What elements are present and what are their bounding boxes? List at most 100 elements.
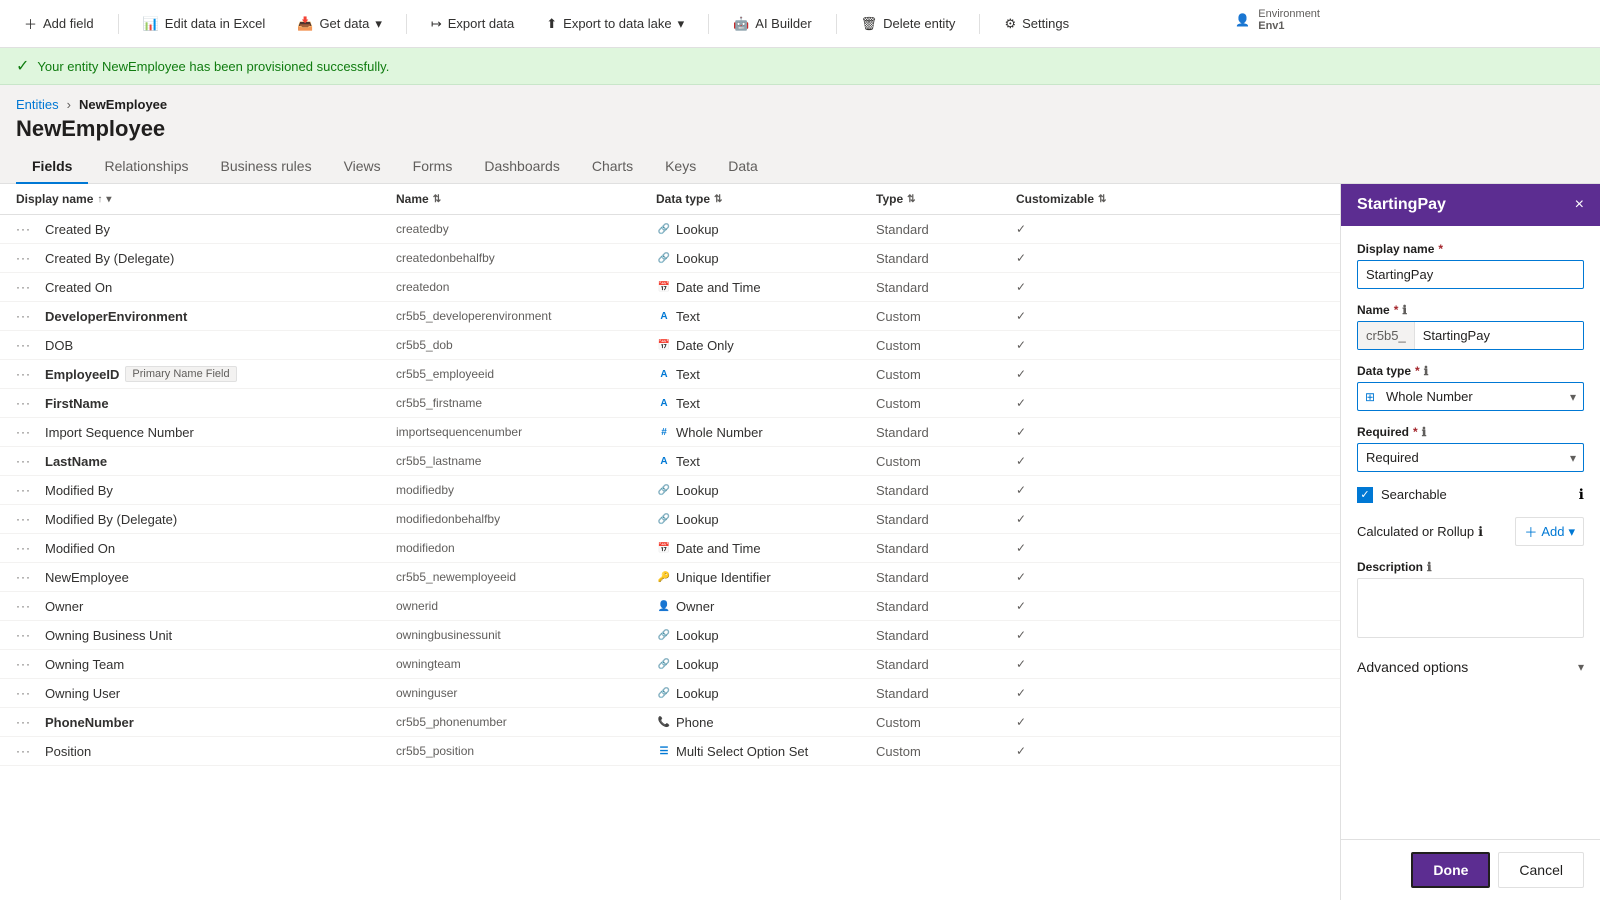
- table-row: ··· Owning Business Unit owningbusinessu…: [0, 621, 1340, 650]
- searchable-info-icon[interactable]: ℹ: [1579, 486, 1584, 503]
- row-more-button[interactable]: ···: [16, 570, 31, 584]
- row-more-button[interactable]: ···: [16, 309, 31, 323]
- row-more-button[interactable]: ···: [16, 483, 31, 497]
- th-display-name[interactable]: Display name ↑ ▾: [16, 192, 396, 206]
- data-type-info-icon[interactable]: ℹ: [1424, 364, 1429, 378]
- row-more-button[interactable]: ···: [16, 367, 31, 381]
- customizable-check: ✓: [1016, 222, 1026, 236]
- calc-field: Calculated or Rollup ℹ ＋ Add ▾: [1357, 517, 1584, 546]
- name-info-icon[interactable]: ℹ: [1402, 303, 1407, 317]
- dtype-icon: A: [656, 308, 672, 324]
- tab-charts[interactable]: Charts: [576, 150, 649, 184]
- breadcrumb-parent[interactable]: Entities: [16, 97, 59, 112]
- row-more-button[interactable]: ···: [16, 454, 31, 468]
- row-more-button[interactable]: ···: [16, 280, 31, 294]
- display-name-field: Display name *: [1357, 242, 1584, 289]
- data-type-select-wrapper: ⊞ Whole Number Text Date and Time Date O…: [1357, 382, 1584, 411]
- display-name-input[interactable]: [1357, 260, 1584, 289]
- breadcrumb-sep: ›: [67, 97, 71, 112]
- export-data-button[interactable]: ↦ Export data: [423, 12, 522, 36]
- table-row: ··· Modified By (Delegate) modifiedonbeh…: [0, 505, 1340, 534]
- page-title: NewEmployee: [0, 112, 1600, 142]
- row-more-button[interactable]: ···: [16, 541, 31, 555]
- calc-info-icon[interactable]: ℹ: [1478, 524, 1483, 540]
- row-more-button[interactable]: ···: [16, 744, 31, 758]
- dtype-icon: 📅: [656, 279, 672, 295]
- customizable-check: ✓: [1016, 715, 1026, 729]
- data-type-label: Data type * ℹ: [1357, 364, 1584, 378]
- tab-views[interactable]: Views: [328, 150, 397, 184]
- cancel-button[interactable]: Cancel: [1498, 852, 1584, 888]
- tab-data[interactable]: Data: [712, 150, 774, 184]
- export-lake-button[interactable]: ⬆ Export to data lake ▾: [538, 12, 692, 36]
- data-type-select[interactable]: Whole Number Text Date and Time Date Onl…: [1357, 382, 1584, 411]
- advanced-label: Advanced options: [1357, 659, 1468, 675]
- table-row: ··· Modified By modifiedby 🔗 Lookup Stan…: [0, 476, 1340, 505]
- tab-dashboards[interactable]: Dashboards: [468, 150, 576, 184]
- table-row: ··· Owning User owninguser 🔗 Lookup Stan…: [0, 679, 1340, 708]
- tab-fields[interactable]: Fields: [16, 150, 88, 184]
- name-field: Name * ℹ cr5b5_: [1357, 303, 1584, 350]
- delete-entity-button[interactable]: 🗑 Delete entity: [853, 12, 964, 36]
- panel-close-button[interactable]: ×: [1575, 196, 1584, 214]
- required-field: Required * ℹ Required Optional Business …: [1357, 425, 1584, 472]
- tab-business-rules[interactable]: Business rules: [205, 150, 328, 184]
- name-input[interactable]: [1415, 322, 1583, 349]
- table-row: ··· NewEmployee cr5b5_newemployeeid 🔑 Un…: [0, 563, 1340, 592]
- row-more-button[interactable]: ···: [16, 657, 31, 671]
- row-more-button[interactable]: ···: [16, 686, 31, 700]
- table-row: ··· FirstName cr5b5_firstname A Text Cus…: [0, 389, 1340, 418]
- description-info-icon[interactable]: ℹ: [1427, 560, 1432, 574]
- calc-row: Calculated or Rollup ℹ ＋ Add ▾: [1357, 517, 1584, 546]
- row-more-button[interactable]: ···: [16, 396, 31, 410]
- env-icon: 👤: [1235, 13, 1250, 27]
- content-wrapper: Display name ↑ ▾ Name ⇅ Data type ⇅ Type: [0, 184, 1600, 900]
- row-more-button[interactable]: ···: [16, 222, 31, 236]
- panel-footer: Done Cancel: [1341, 839, 1600, 900]
- excel-icon: 📊: [143, 16, 159, 32]
- add-field-button[interactable]: ＋ Add field: [16, 10, 102, 37]
- add-calc-label: Add: [1541, 524, 1564, 539]
- advanced-chevron: ▾: [1578, 660, 1584, 674]
- customizable-check: ✓: [1016, 367, 1026, 381]
- sort-display-name: ↑: [97, 194, 102, 205]
- row-more-button[interactable]: ···: [16, 425, 31, 439]
- row-more-button[interactable]: ···: [16, 715, 31, 729]
- tab-keys[interactable]: Keys: [649, 150, 712, 184]
- table-row: ··· Owning Team owningteam 🔗 Lookup Stan…: [0, 650, 1340, 679]
- th-name[interactable]: Name ⇅: [396, 192, 656, 206]
- advanced-options-row[interactable]: Advanced options ▾: [1357, 655, 1584, 679]
- required-select[interactable]: Required Optional Business Recommended: [1357, 443, 1584, 472]
- searchable-checkbox[interactable]: ✓: [1357, 487, 1373, 503]
- row-more-button[interactable]: ···: [16, 628, 31, 642]
- description-textarea[interactable]: [1357, 578, 1584, 638]
- dtype-icon: 📅: [656, 540, 672, 556]
- dtype-icon: 👤: [656, 598, 672, 614]
- sep3: [708, 14, 709, 34]
- table-row: ··· Created By createdby 🔗 Lookup Standa…: [0, 215, 1340, 244]
- get-data-button[interactable]: 📥 Get data ▾: [289, 12, 390, 36]
- required-info-icon[interactable]: ℹ: [1422, 425, 1427, 439]
- description-label: Description ℹ: [1357, 560, 1584, 574]
- env-name: Env1: [1258, 20, 1320, 32]
- app-container: ＋ Add field 📊 Edit data in Excel 📥 Get d…: [0, 0, 1600, 900]
- ai-builder-button[interactable]: 🤖 AI Builder: [725, 12, 820, 36]
- row-more-button[interactable]: ···: [16, 512, 31, 526]
- row-more-button[interactable]: ···: [16, 599, 31, 613]
- tab-forms[interactable]: Forms: [397, 150, 469, 184]
- th-customizable[interactable]: Customizable ⇅: [1016, 192, 1176, 206]
- row-more-button[interactable]: ···: [16, 338, 31, 352]
- primary-badge: Primary Name Field: [125, 366, 236, 382]
- th-type[interactable]: Type ⇅: [876, 192, 1016, 206]
- tab-relationships[interactable]: Relationships: [88, 150, 204, 184]
- th-data-type[interactable]: Data type ⇅: [656, 192, 876, 206]
- settings-button[interactable]: ⚙ Settings: [996, 12, 1077, 36]
- table-row: ··· EmployeeID Primary Name Field cr5b5_…: [0, 360, 1340, 389]
- row-more-button[interactable]: ···: [16, 251, 31, 265]
- customizable-check: ✓: [1016, 425, 1026, 439]
- done-button[interactable]: Done: [1411, 852, 1490, 888]
- success-message: Your entity NewEmployee has been provisi…: [37, 59, 389, 74]
- edit-excel-button[interactable]: 📊 Edit data in Excel: [135, 12, 274, 36]
- customizable-check: ✓: [1016, 396, 1026, 410]
- add-calc-button[interactable]: ＋ Add ▾: [1515, 517, 1584, 546]
